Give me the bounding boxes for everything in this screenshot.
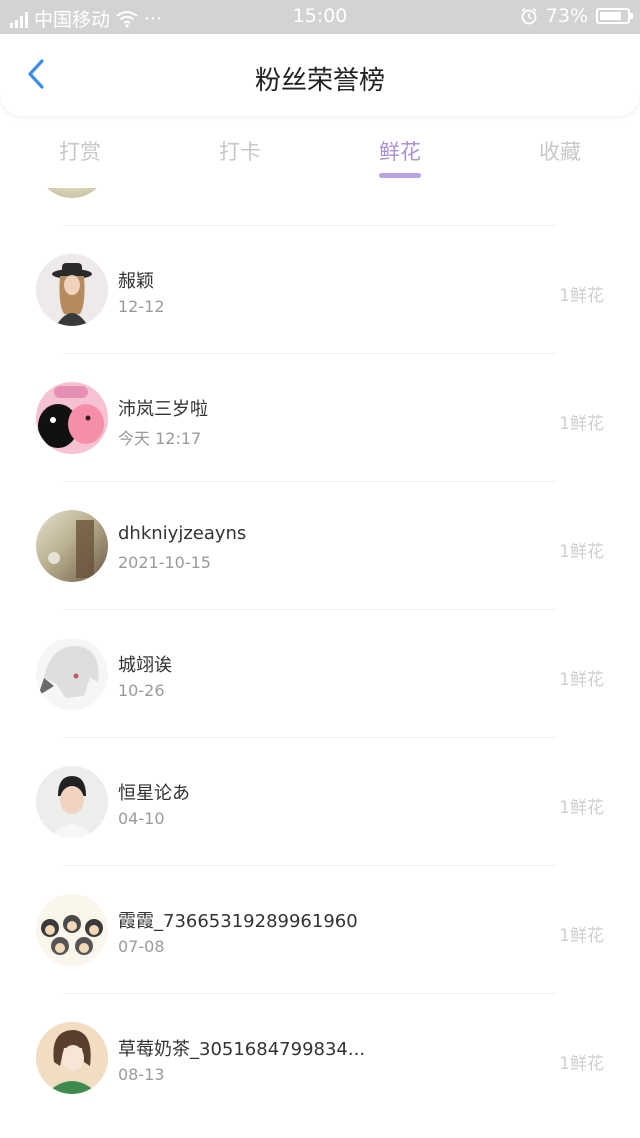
list-item[interactable]: 12-20	[0, 188, 640, 226]
flower-count: 1鲜花	[559, 670, 604, 690]
fan-name: 城翊诶	[118, 655, 172, 676]
fan-name: 赧颖	[118, 271, 154, 292]
fan-date: 08-13	[118, 1065, 165, 1084]
tab-checkin[interactable]: 打卡	[160, 128, 320, 188]
flower-count: 1鲜花	[559, 798, 604, 818]
avatar	[36, 894, 108, 966]
fan-date: 04-10	[118, 809, 165, 828]
fan-date: 12-12	[118, 297, 165, 316]
tab-favorites[interactable]: 收藏	[480, 128, 640, 188]
avatar	[36, 638, 108, 710]
status-right: 73%	[520, 5, 633, 27]
tab-reward[interactable]: 打赏	[0, 128, 160, 188]
list-item[interactable]: 草莓奶茶_3051684799834... 08-13 1鲜花	[0, 994, 640, 1122]
fan-date: 07-08	[118, 937, 165, 956]
tab-bar: 打赏 打卡 鲜花 收藏	[0, 128, 640, 188]
tab-flowers[interactable]: 鲜花	[320, 128, 480, 188]
fan-name: 沛岚三岁啦	[118, 399, 208, 420]
avatar	[36, 510, 108, 582]
header: 粉丝荣誉榜	[0, 34, 640, 116]
flower-count: 1鲜花	[559, 414, 604, 434]
fan-name: 霞霞_73665319289961960	[118, 911, 358, 932]
avatar	[36, 188, 108, 198]
list-item[interactable]: 沛岚三岁啦 今天 12:17 1鲜花	[0, 354, 640, 482]
fan-name: 恒星论あ	[118, 783, 190, 804]
page-title: 粉丝荣誉榜	[254, 66, 385, 96]
list-item[interactable]: 赧颖 12-12 1鲜花	[0, 226, 640, 354]
battery-icon	[596, 8, 633, 24]
list-item[interactable]: 霞霞_73665319289961960 07-08 1鲜花	[0, 866, 640, 994]
battery-percent: 73%	[545, 5, 588, 27]
fan-name: dhkniyjzeayns	[118, 523, 247, 544]
flower-count: 1鲜花	[559, 926, 604, 946]
list-item[interactable]: 城翊诶 10-26 1鲜花	[0, 610, 640, 738]
fan-date: 10-26	[118, 681, 165, 700]
list-item[interactable]: dhkniyjzeayns 2021-10-15 1鲜花	[0, 482, 640, 610]
avatar	[36, 254, 108, 326]
tab-label: 打赏	[59, 140, 101, 164]
tab-label: 打卡	[219, 140, 261, 164]
avatar	[36, 1022, 108, 1094]
avatar	[36, 766, 108, 838]
tab-label: 鲜花	[379, 140, 421, 164]
alarm-icon	[521, 7, 537, 25]
fan-name: 草莓奶茶_3051684799834...	[118, 1039, 366, 1060]
list-item[interactable]: 恒星论あ 04-10 1鲜花	[0, 738, 640, 866]
avatar	[36, 382, 108, 454]
fan-list[interactable]: 12-20 赧颖 12-12 1鲜花	[0, 188, 640, 1138]
status-bar: 中国移动 ··· 15:00 73%	[0, 0, 640, 34]
flower-count: 1鲜花	[559, 1054, 604, 1074]
active-tab-indicator	[379, 173, 421, 178]
fan-date: 2021-10-15	[118, 553, 211, 572]
fan-date: 今天 12:17	[118, 429, 202, 448]
flower-count: 1鲜花	[559, 542, 604, 562]
flower-count: 1鲜花	[559, 286, 604, 306]
tab-label: 收藏	[539, 140, 581, 164]
